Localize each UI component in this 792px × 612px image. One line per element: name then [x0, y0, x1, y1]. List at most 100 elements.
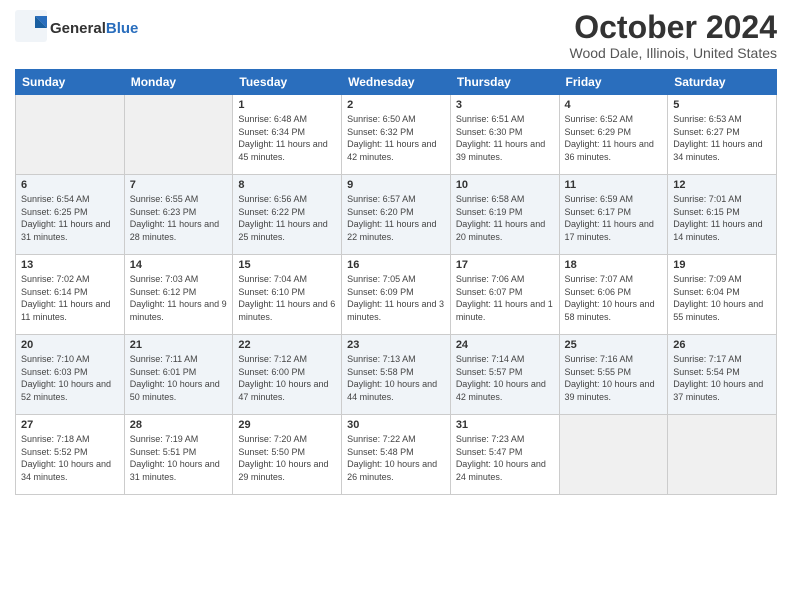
- day-info: Sunrise: 6:51 AMSunset: 6:30 PMDaylight:…: [456, 113, 554, 163]
- calendar-week-row: 6 Sunrise: 6:54 AMSunset: 6:25 PMDaylight…: [16, 175, 777, 255]
- day-number: 21: [130, 339, 228, 351]
- calendar-day-cell: 12 Sunrise: 7:01 AMSunset: 6:15 PMDayligh…: [668, 175, 777, 255]
- day-number: 15: [238, 259, 336, 271]
- calendar-day-cell: 2Sunrise: 6:50 AMSunset: 6:32 PMDaylight…: [342, 95, 451, 175]
- calendar-day-cell: 18 Sunrise: 7:07 AMSunset: 6:06 PMDayligh…: [559, 255, 668, 335]
- calendar-day-cell: 11Sunrise: 6:59 AMSunset: 6:17 PMDayligh…: [559, 175, 668, 255]
- day-number: 11: [565, 179, 663, 191]
- logo-general-text: General: [50, 20, 106, 37]
- day-info: Sunrise: 7:20 AMSunset: 5:50 PMDaylight:…: [238, 433, 336, 483]
- day-info: Sunrise: 7:11 AMSunset: 6:01 PMDaylight:…: [130, 353, 228, 403]
- calendar-day-cell: 10Sunrise: 6:58 AMSunset: 6:19 PMDayligh…: [450, 175, 559, 255]
- day-number: 13: [21, 259, 119, 271]
- day-info: Sunrise: 7:13 AMSunset: 5:58 PMDaylight:…: [347, 353, 445, 403]
- calendar-day-cell: 21 Sunrise: 7:11 AMSunset: 6:01 PMDayligh…: [124, 335, 233, 415]
- calendar-day-cell: 16Sunrise: 7:05 AMSunset: 6:09 PMDayligh…: [342, 255, 451, 335]
- calendar-day-cell: 24Sunrise: 7:14 AMSunset: 5:57 PMDayligh…: [450, 335, 559, 415]
- day-info: Sunrise: 7:09 AMSunset: 6:04 PMDaylight:…: [673, 273, 771, 323]
- calendar-day-cell: 13 Sunrise: 7:02 AMSunset: 6:14 PMDayligh…: [16, 255, 125, 335]
- day-number: 5: [673, 99, 771, 111]
- day-info: Sunrise: 7:01 AMSunset: 6:15 PMDaylight:…: [673, 193, 771, 243]
- day-info: Sunrise: 6:55 AMSunset: 6:23 PMDaylight:…: [130, 193, 228, 243]
- day-info: Sunrise: 6:50 AMSunset: 6:32 PMDaylight:…: [347, 113, 445, 163]
- weekday-header-saturday: Saturday: [668, 70, 777, 95]
- day-number: 23: [347, 339, 445, 351]
- day-info: Sunrise: 6:54 AMSunset: 6:25 PMDaylight:…: [21, 193, 119, 243]
- header: General Blue October 2024 Wood Dale, Ill…: [15, 10, 777, 61]
- calendar-week-row: 13 Sunrise: 7:02 AMSunset: 6:14 PMDayligh…: [16, 255, 777, 335]
- day-info: Sunrise: 7:07 AMSunset: 6:06 PMDaylight:…: [565, 273, 663, 323]
- day-info: Sunrise: 7:17 AMSunset: 5:54 PMDaylight:…: [673, 353, 771, 403]
- logo-blue-text: Blue: [106, 20, 139, 37]
- day-info: Sunrise: 7:16 AMSunset: 5:55 PMDaylight:…: [565, 353, 663, 403]
- day-info: Sunrise: 6:56 AMSunset: 6:22 PMDaylight:…: [238, 193, 336, 243]
- day-number: 28: [130, 419, 228, 431]
- page-container: General Blue October 2024 Wood Dale, Ill…: [0, 0, 792, 500]
- day-number: 14: [130, 259, 228, 271]
- calendar-day-cell: 30Sunrise: 7:22 AMSunset: 5:48 PMDayligh…: [342, 415, 451, 495]
- calendar-day-cell: 6 Sunrise: 6:54 AMSunset: 6:25 PMDaylight…: [16, 175, 125, 255]
- calendar-day-cell: [559, 415, 668, 495]
- day-number: 17: [456, 259, 554, 271]
- weekday-header-wednesday: Wednesday: [342, 70, 451, 95]
- day-number: 12: [673, 179, 771, 191]
- calendar-day-cell: [124, 95, 233, 175]
- day-info: Sunrise: 7:03 AMSunset: 6:12 PMDaylight:…: [130, 273, 228, 323]
- calendar-day-cell: 26 Sunrise: 7:17 AMSunset: 5:54 PMDayligh…: [668, 335, 777, 415]
- calendar-day-cell: 29Sunrise: 7:20 AMSunset: 5:50 PMDayligh…: [233, 415, 342, 495]
- day-number: 31: [456, 419, 554, 431]
- weekday-header-monday: Monday: [124, 70, 233, 95]
- calendar-day-cell: [16, 95, 125, 175]
- weekday-header-friday: Friday: [559, 70, 668, 95]
- calendar-day-cell: 7 Sunrise: 6:55 AMSunset: 6:23 PMDaylight…: [124, 175, 233, 255]
- day-number: 1: [238, 99, 336, 111]
- day-info: Sunrise: 7:19 AMSunset: 5:51 PMDaylight:…: [130, 433, 228, 483]
- location-text: Wood Dale, Illinois, United States: [569, 45, 777, 61]
- day-number: 3: [456, 99, 554, 111]
- calendar-day-cell: 3 Sunrise: 6:51 AMSunset: 6:30 PMDaylight…: [450, 95, 559, 175]
- calendar-header-row: SundayMondayTuesdayWednesdayThursdayFrid…: [16, 70, 777, 95]
- calendar-day-cell: 19 Sunrise: 7:09 AMSunset: 6:04 PMDayligh…: [668, 255, 777, 335]
- calendar-day-cell: 17Sunrise: 7:06 AMSunset: 6:07 PMDayligh…: [450, 255, 559, 335]
- day-number: 6: [21, 179, 119, 191]
- weekday-header-tuesday: Tuesday: [233, 70, 342, 95]
- day-info: Sunrise: 7:14 AMSunset: 5:57 PMDaylight:…: [456, 353, 554, 403]
- calendar-day-cell: 23 Sunrise: 7:13 AMSunset: 5:58 PMDayligh…: [342, 335, 451, 415]
- day-number: 22: [238, 339, 336, 351]
- day-number: 25: [565, 339, 663, 351]
- logo: General Blue: [15, 10, 138, 47]
- day-info: Sunrise: 7:23 AMSunset: 5:47 PMDaylight:…: [456, 433, 554, 483]
- title-section: October 2024 Wood Dale, Illinois, United…: [569, 10, 777, 61]
- day-number: 20: [21, 339, 119, 351]
- calendar-day-cell: 22Sunrise: 7:12 AMSunset: 6:00 PMDayligh…: [233, 335, 342, 415]
- day-number: 27: [21, 419, 119, 431]
- day-number: 10: [456, 179, 554, 191]
- calendar-day-cell: 14 Sunrise: 7:03 AMSunset: 6:12 PMDayligh…: [124, 255, 233, 335]
- day-info: Sunrise: 7:02 AMSunset: 6:14 PMDaylight:…: [21, 273, 119, 323]
- day-info: Sunrise: 7:10 AMSunset: 6:03 PMDaylight:…: [21, 353, 119, 403]
- day-number: 19: [673, 259, 771, 271]
- calendar-week-row: 20 Sunrise: 7:10 AMSunset: 6:03 PMDayligh…: [16, 335, 777, 415]
- day-info: Sunrise: 6:57 AMSunset: 6:20 PMDaylight:…: [347, 193, 445, 243]
- calendar-day-cell: 27Sunrise: 7:18 AMSunset: 5:52 PMDayligh…: [16, 415, 125, 495]
- calendar-week-row: 1 Sunrise: 6:48 AMSunset: 6:34 PMDaylight…: [16, 95, 777, 175]
- calendar-day-cell: 1 Sunrise: 6:48 AMSunset: 6:34 PMDaylight…: [233, 95, 342, 175]
- day-number: 7: [130, 179, 228, 191]
- day-info: Sunrise: 7:04 AMSunset: 6:10 PMDaylight:…: [238, 273, 336, 323]
- calendar-day-cell: 8Sunrise: 6:56 AMSunset: 6:22 PMDaylight…: [233, 175, 342, 255]
- weekday-header-sunday: Sunday: [16, 70, 125, 95]
- day-info: Sunrise: 6:48 AMSunset: 6:34 PMDaylight:…: [238, 113, 336, 163]
- day-number: 4: [565, 99, 663, 111]
- day-number: 30: [347, 419, 445, 431]
- calendar-day-cell: 9Sunrise: 6:57 AMSunset: 6:20 PMDaylight…: [342, 175, 451, 255]
- calendar-table: SundayMondayTuesdayWednesdayThursdayFrid…: [15, 69, 777, 495]
- calendar-day-cell: 5Sunrise: 6:53 AMSunset: 6:27 PMDaylight…: [668, 95, 777, 175]
- calendar-day-cell: 28 Sunrise: 7:19 AMSunset: 5:51 PMDayligh…: [124, 415, 233, 495]
- calendar-week-row: 27Sunrise: 7:18 AMSunset: 5:52 PMDayligh…: [16, 415, 777, 495]
- day-info: Sunrise: 6:52 AMSunset: 6:29 PMDaylight:…: [565, 113, 663, 163]
- day-number: 26: [673, 339, 771, 351]
- day-number: 18: [565, 259, 663, 271]
- calendar-day-cell: 25 Sunrise: 7:16 AMSunset: 5:55 PMDayligh…: [559, 335, 668, 415]
- calendar-day-cell: 31 Sunrise: 7:23 AMSunset: 5:47 PMDayligh…: [450, 415, 559, 495]
- logo-icon: [15, 10, 47, 47]
